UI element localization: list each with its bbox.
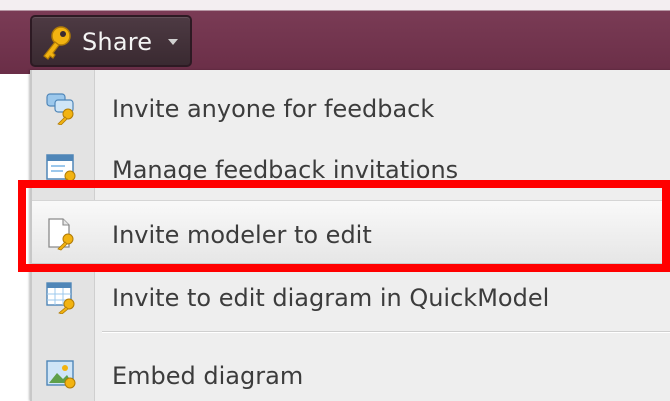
menu-separator: [102, 331, 670, 333]
grid-key-icon: [46, 282, 75, 314]
menu-item-label: Invite modeler to edit: [112, 221, 372, 249]
menu-item-invite-anyone[interactable]: Invite anyone for feedback: [32, 75, 670, 139]
chevron-down-icon: [168, 39, 178, 45]
screenshot-stage: Share Invite anyone for feedback Manage …: [0, 0, 670, 401]
menu-item-manage-invitations[interactable]: Manage feedback invitations: [32, 136, 670, 200]
share-button-label: Share: [82, 28, 153, 56]
menu-item-invite-modeler[interactable]: Invite modeler to edit: [32, 200, 670, 264]
key-icon: [43, 26, 71, 60]
menu-item-invite-quickmodel[interactable]: Invite to edit diagram in QuickModel: [32, 264, 670, 328]
menu-item-label: Invite to edit diagram in QuickModel: [112, 284, 550, 312]
document-key-icon: [48, 218, 74, 251]
window-key-icon: [46, 154, 76, 186]
menu-item-label: Invite anyone for feedback: [112, 95, 435, 123]
share-button[interactable]: Share: [30, 15, 192, 67]
menu-item-label: Manage feedback invitations: [112, 156, 459, 184]
share-dropdown-menu: Invite anyone for feedback Manage feedba…: [30, 70, 670, 401]
chat-bubbles-key-icon: [46, 93, 74, 125]
menu-item-embed-diagram[interactable]: Embed diagram: [32, 342, 670, 401]
embed-image-icon: [46, 360, 76, 389]
menu-item-label: Embed diagram: [112, 362, 304, 390]
